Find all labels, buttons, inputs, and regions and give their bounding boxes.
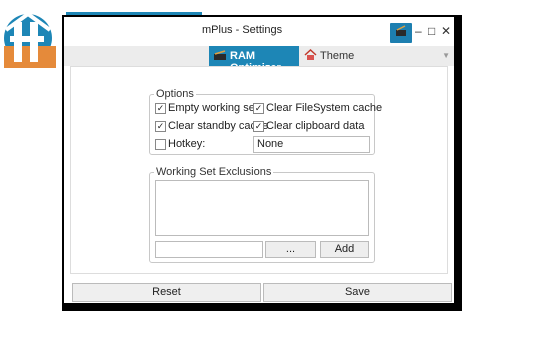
checkbox-box[interactable] (155, 139, 166, 150)
hotkey-field[interactable]: None (253, 136, 370, 153)
options-legend: Options (156, 88, 194, 100)
reset-button[interactable]: Reset (72, 283, 261, 302)
ram-chip-icon (396, 25, 406, 36)
window-body: mPlus - Settings – □ ✕ RAM Optimizer (64, 17, 454, 303)
checkbox-box[interactable]: ✓ (155, 121, 166, 132)
exclusions-legend: Working Set Exclusions (156, 166, 272, 178)
browse-button[interactable]: ... (265, 241, 316, 258)
add-button[interactable]: Add (320, 241, 369, 258)
watermark-logo (0, 8, 66, 70)
save-button[interactable]: Save (263, 283, 452, 302)
exclusion-path-input[interactable] (155, 241, 263, 258)
checkbox-box[interactable]: ✓ (253, 121, 264, 132)
title-menu-button[interactable] (390, 23, 412, 43)
minimize-button[interactable]: – (415, 23, 422, 39)
checkbox-box[interactable]: ✓ (155, 103, 166, 114)
house-icon (304, 49, 317, 60)
maximize-button[interactable]: □ (428, 23, 435, 39)
window-title: mPlus - Settings (202, 24, 283, 36)
ram-optimizer-panel: Options ✓ Empty working sets ✓ Clear Fil… (70, 66, 448, 274)
checkbox-box[interactable]: ✓ (253, 103, 264, 114)
exclusions-list[interactable] (155, 180, 369, 236)
tabs-dropdown-icon[interactable]: ▼ (442, 51, 450, 60)
ram-icon (214, 50, 226, 60)
tab-ram-optimizer[interactable]: RAM Optimizer (209, 46, 299, 74)
tab-strip: RAM Optimizer Theme ▼ (64, 46, 454, 74)
title-bar[interactable]: mPlus - Settings – □ ✕ (64, 17, 454, 46)
close-button[interactable]: ✕ (441, 23, 451, 39)
settings-window: mPlus - Settings – □ ✕ RAM Optimizer (62, 15, 462, 311)
